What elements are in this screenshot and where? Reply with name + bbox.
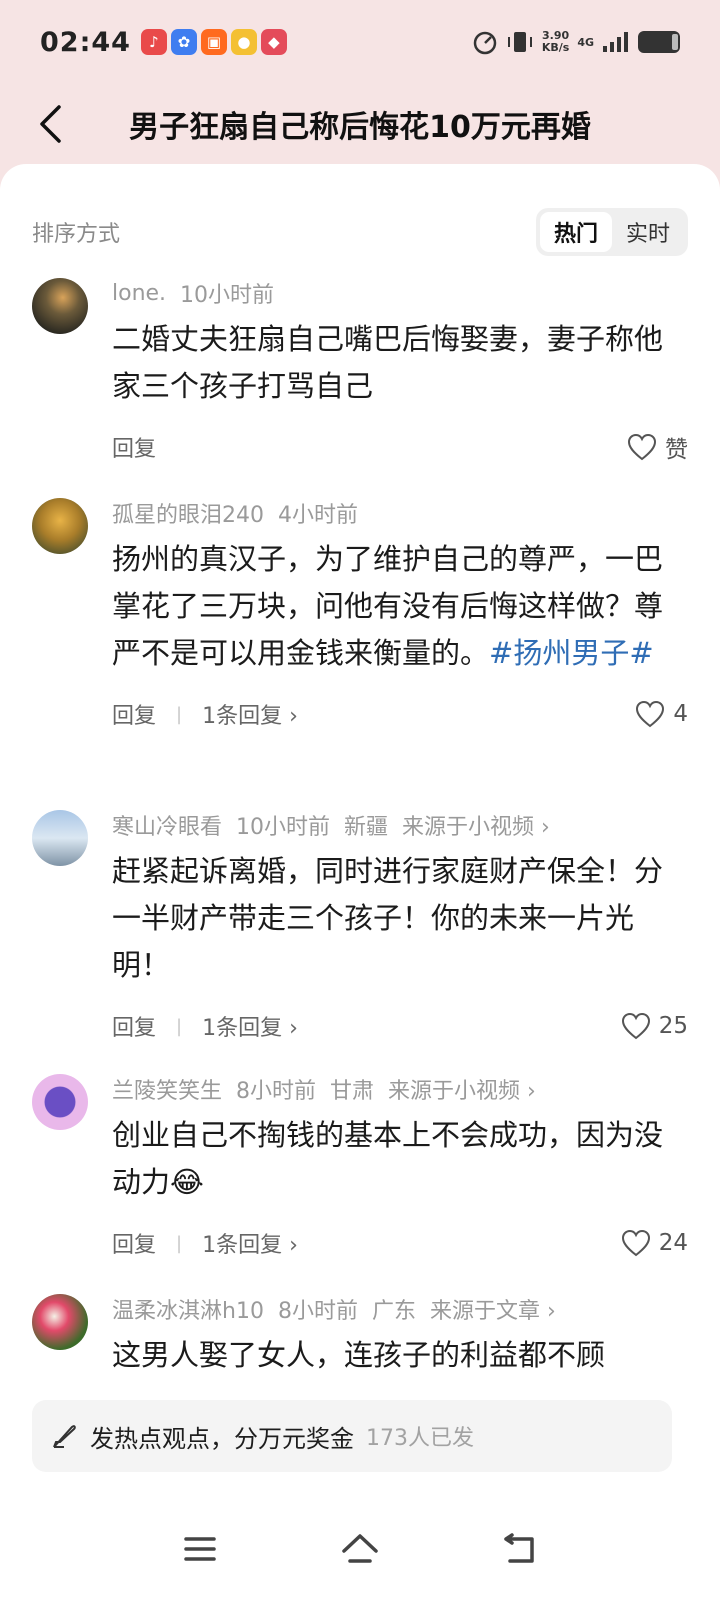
- status-time: 02:44: [40, 26, 131, 58]
- heart-icon: [621, 1229, 650, 1257]
- like-button[interactable]: 4: [635, 700, 688, 728]
- comment-item: 兰陵笑笑生 8小时前 甘肃 来源于小视频 创业自己不掏钱的基本上不会成功，因为没…: [0, 1072, 720, 1264]
- like-button[interactable]: 24: [621, 1229, 688, 1257]
- net-speed: 3.90 KB/s: [541, 29, 570, 54]
- header: 男子狂扇自己称后悔花10万元再婚: [0, 84, 720, 164]
- toutiao-icon: ●: [230, 29, 257, 55]
- comment-text: 扬州的真汉子，为了维护自己的尊严，一巴掌花了三万块，问他有没有后悔这样做？尊严不…: [112, 542, 664, 670]
- comment-meta: 兰陵笑笑生 8小时前 甘肃 来源于小视频: [112, 1072, 688, 1106]
- like-count: 4: [673, 701, 688, 727]
- comment-item: 寒山冷眼看 10小时前 新疆 来源于小视频 赶紧起诉离婚，同时进行家庭财产保全！…: [0, 808, 720, 1047]
- quill-icon: [53, 1425, 76, 1448]
- divider: |: [176, 703, 183, 725]
- kuaishou-icon: ▣: [200, 29, 227, 55]
- comment-text: 这男人娶了女人，连孩子的利益都不顾: [112, 1338, 606, 1372]
- comment-time: 10小时前: [180, 283, 275, 308]
- menu-icon[interactable]: [180, 1529, 220, 1569]
- like-count: 25: [658, 1013, 688, 1039]
- avatar[interactable]: [32, 1294, 88, 1350]
- system-nav-bar: [0, 1490, 720, 1608]
- reply-button[interactable]: 回复: [112, 431, 156, 463]
- signal-icon: [603, 32, 628, 52]
- status-right: 3.90 KB/s 4G: [472, 29, 680, 55]
- composer-hint: 发热点观点，分万元奖金: [90, 1424, 354, 1453]
- source-link[interactable]: 来源于小视频: [388, 1073, 536, 1105]
- heart-icon: [636, 700, 665, 728]
- heart-icon: [627, 433, 657, 461]
- comment-item: 温柔冰淇淋h10 8小时前 广东 来源于文章 这男人娶了女人，连孩子的利益都不顾: [0, 1292, 720, 1379]
- notification-icons: ♪ ✿ ▣ ● ◆: [140, 29, 287, 55]
- comment-item: 孤星的眼泪240 4小时前 扬州的真汉子，为了维护自己的尊严，一巴掌花了三万块，…: [0, 496, 720, 735]
- divider: |: [176, 1232, 183, 1254]
- like-count: 赞: [665, 437, 688, 463]
- source-link[interactable]: 来源于小视频: [402, 809, 550, 841]
- chevron-left-icon: [40, 105, 61, 143]
- username[interactable]: 温柔冰淇淋h10: [112, 1293, 264, 1325]
- comment-time: 4小时前: [278, 503, 358, 528]
- reply-button[interactable]: 回复: [112, 698, 156, 730]
- back-button[interactable]: [30, 98, 70, 150]
- comment-location: 广东: [371, 1299, 416, 1324]
- avatar[interactable]: [32, 498, 88, 554]
- like-button[interactable]: 25: [621, 1012, 688, 1040]
- comment-time: 8小时前: [277, 1299, 358, 1324]
- game-icon: ◆: [260, 29, 287, 55]
- back-nav-icon[interactable]: [500, 1529, 540, 1569]
- sort-row: 排序方式 热门 实时: [32, 208, 688, 256]
- view-replies-link[interactable]: 1条回复: [202, 698, 298, 730]
- reply-button[interactable]: 回复: [112, 1010, 156, 1042]
- comment-sheet: 排序方式 热门 实时 lone. 10小时前 二婚丈夫狂扇自己嘴巴后悔娶妻，妻子…: [0, 164, 720, 1608]
- comment-actions: 回复 赞: [112, 426, 688, 468]
- divider: |: [176, 1015, 183, 1037]
- battery-icon: [638, 31, 680, 53]
- sort-hot-tab[interactable]: 热门: [539, 212, 612, 252]
- username[interactable]: 兰陵笑笑生: [112, 1073, 222, 1105]
- comment-location: 甘肃: [330, 1079, 375, 1104]
- baidu-icon: ✿: [170, 29, 197, 55]
- comment-meta: 孤星的眼泪240 4小时前: [112, 496, 688, 530]
- comment-actions: 回复 | 1条回复 25: [112, 1005, 688, 1047]
- username[interactable]: 寒山冷眼看: [112, 809, 222, 841]
- comment-text: 创业自己不掏钱的基本上不会成功，因为没动力😂: [112, 1118, 664, 1199]
- heart-icon: [621, 1012, 650, 1040]
- comment-time: 8小时前: [236, 1079, 317, 1104]
- sort-toggle: 热门 实时: [535, 208, 688, 256]
- douyin-icon: ♪: [140, 29, 167, 55]
- view-replies-link[interactable]: 1条回复: [202, 1227, 298, 1259]
- reply-button[interactable]: 回复: [112, 1227, 156, 1259]
- comment-time: 10小时前: [236, 815, 331, 840]
- comment-item: lone. 10小时前 二婚丈夫狂扇自己嘴巴后悔娶妻，妻子称他家三个孩子打骂自己…: [0, 276, 720, 468]
- comment-text: 二婚丈夫狂扇自己嘴巴后悔娶妻，妻子称他家三个孩子打骂自己: [112, 322, 664, 403]
- page-title: 男子狂扇自己称后悔花10万元再婚: [129, 110, 591, 145]
- like-count: 24: [658, 1230, 688, 1256]
- sort-latest-tab[interactable]: 实时: [612, 212, 684, 252]
- comment-meta: lone. 10小时前: [112, 276, 688, 310]
- sort-label: 排序方式: [32, 222, 121, 247]
- speedometer-icon: [473, 31, 497, 55]
- network-type: 4G: [577, 35, 594, 49]
- comment-location: 新疆: [344, 815, 389, 840]
- comment-composer[interactable]: 发热点观点，分万元奖金 173人已发: [32, 1400, 672, 1472]
- avatar[interactable]: [32, 278, 88, 334]
- vibrate-icon: [507, 32, 532, 52]
- like-button[interactable]: 赞: [627, 430, 688, 464]
- comment-actions: 回复 | 1条回复 4: [112, 693, 688, 735]
- comment-actions: 回复 | 1条回复 24: [112, 1222, 688, 1264]
- username[interactable]: lone.: [112, 281, 166, 306]
- composer-count: 173人已发: [366, 1426, 474, 1451]
- source-link[interactable]: 来源于文章: [430, 1293, 556, 1325]
- view-replies-link[interactable]: 1条回复: [202, 1010, 298, 1042]
- status-bar: 02:44 ♪ ✿ ▣ ● ◆ 3.90 KB/s 4G: [0, 0, 720, 84]
- comment-text: 赶紧起诉离婚，同时进行家庭财产保全！分一半财产带走三个孩子！你的未来一片光明！: [112, 854, 664, 982]
- username[interactable]: 孤星的眼泪240: [112, 497, 264, 529]
- comment-meta: 温柔冰淇淋h10 8小时前 广东 来源于文章: [112, 1292, 688, 1326]
- avatar[interactable]: [32, 1074, 88, 1130]
- comment-meta: 寒山冷眼看 10小时前 新疆 来源于小视频: [112, 808, 688, 842]
- home-icon[interactable]: [340, 1529, 380, 1569]
- hashtag-link[interactable]: #扬州男子#: [489, 636, 654, 670]
- avatar[interactable]: [32, 810, 88, 866]
